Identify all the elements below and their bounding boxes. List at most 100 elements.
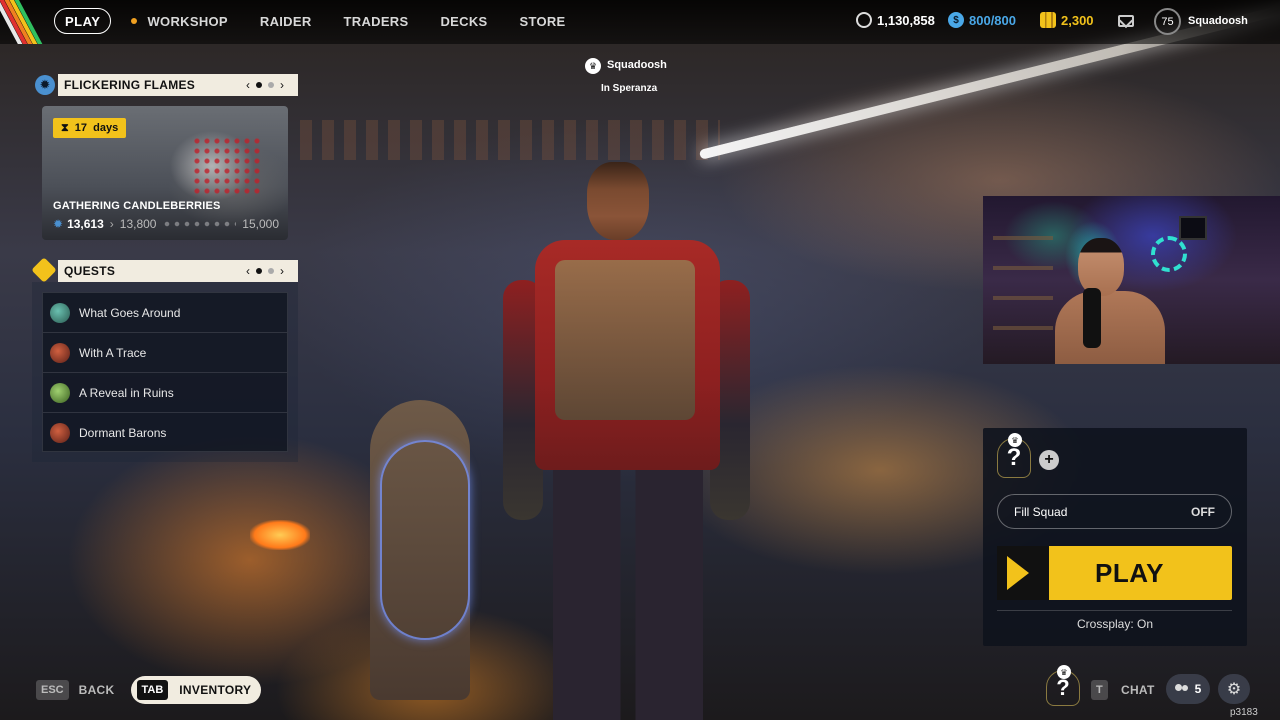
build-version: p3183 [1230,707,1258,718]
friends-button[interactable]: 5 [1166,674,1210,704]
crossplay-status: Crossplay: On [1076,617,1154,631]
esc-keycap: ESC [36,680,69,700]
credits-icon: $ [948,12,964,28]
chevron-right-small-icon: › [109,217,114,231]
settings-button[interactable]: ⚙ [1218,674,1250,704]
chevron-right-icon[interactable]: › [280,78,284,92]
gold-bars-icon [1040,12,1056,28]
webcam-overlay [983,196,1280,364]
progress-gear-icon: ✹ [53,217,64,231]
event-card[interactable]: ⧗ 17 days GATHERING CANDLEBERRIES ✹ 13,6… [42,106,288,240]
inventory-button[interactable]: TAB INVENTORY [130,676,262,704]
back-button[interactable]: ESC BACK [36,680,115,700]
crown-icon: ♛ [1008,433,1022,447]
nav-workshop-label: WORKSHOP [147,13,228,29]
unknown-avatar-icon: ? [1006,444,1022,471]
credits-currency[interactable]: $ 800/800 [948,12,1016,28]
nav-workshop-tab[interactable]: WORKSHOP [131,13,228,29]
mail-icon[interactable] [1118,15,1134,27]
main-nav: PLAY WORKSHOP RAIDER TRADERS DECKS STORE [54,8,566,34]
days-value: 17 [74,122,87,134]
webcam-monitor [1179,216,1207,240]
webcam-ring-light [1151,236,1187,272]
coins-icon [856,12,872,28]
streamer-body [1055,291,1165,364]
chevron-left-icon[interactable]: ‹ [246,264,250,278]
crown-icon: ♛ [585,58,601,74]
progress-current: 13,613 [67,217,104,231]
hourglass-icon: ⧗ [61,121,69,134]
progress-max: 15,000 [242,217,279,231]
bottom-left-controls: ESC BACK TAB INVENTORY [36,676,262,704]
quest-label: What Goes Around [79,305,181,320]
nav-traders-tab[interactable]: TRADERS [344,14,409,29]
player-name: Squadoosh [607,59,667,71]
player-character[interactable] [495,140,760,720]
quests-pager: ‹ › [246,264,284,278]
friends-icon [1174,683,1191,695]
event-panel-header[interactable]: FLICKERING FLAMES ‹ › [58,74,298,96]
nav-decks-tab[interactable]: DECKS [440,14,487,29]
event-title: FLICKERING FLAMES [64,78,196,92]
top-navigation-bar: PLAY WORKSHOP RAIDER TRADERS DECKS STORE… [0,0,1280,44]
fire-glow [250,520,310,550]
inventory-label: INVENTORY [179,683,252,697]
event-progress: ✹ 13,613 › 13,800 15,000 [53,216,279,232]
coins-value: 1,130,858 [877,12,935,28]
microphone [1083,288,1101,348]
bottom-squad-slot[interactable]: ♛ ? [1046,665,1080,706]
pager-dot [268,82,274,88]
play-button[interactable]: PLAY [997,546,1232,600]
quest-label: With A Trace [79,345,147,360]
quest-giver-avatar [50,302,70,323]
event-pager: ‹ › [246,78,284,92]
quest-item[interactable]: What Goes Around [43,293,287,333]
divider [997,610,1232,611]
tab-keycap: TAB [136,680,169,700]
fill-squad-toggle[interactable]: Fill Squad OFF [997,494,1232,529]
squad-leader-slot[interactable]: ♛ ? [997,433,1031,478]
gear-icon: ✹ [35,75,55,95]
character-legs [553,460,703,720]
quest-item[interactable]: Dormant Barons [43,413,287,453]
quest-giver-avatar [50,342,70,363]
nav-play-tab[interactable]: PLAY [54,8,112,34]
pager-dot [268,268,274,274]
days-unit: days [93,122,119,134]
quest-item[interactable]: A Reveal in Ruins [43,373,287,413]
friends-count: 5 [1194,682,1202,696]
profile-username[interactable]: Squadoosh [1188,15,1248,27]
candleberry-bush-image [192,136,262,196]
coins-currency[interactable]: 1,130,858 [856,12,935,28]
back-label: BACK [78,683,115,697]
pager-dot-active [256,268,262,274]
nav-store-tab[interactable]: STORE [519,14,565,29]
notification-dot-icon [131,18,138,24]
add-squad-member-button[interactable]: + [1039,450,1059,470]
play-button-label: PLAY [1095,557,1164,588]
quests-panel-header[interactable]: QUESTS ‹ › [58,260,298,282]
quests-list: What Goes Around With A Trace A Reveal i… [42,292,288,452]
character-vest [555,260,695,420]
fill-squad-label: Fill Squad [1014,504,1068,519]
gear-icon: ⚙ [1226,681,1242,698]
progress-next: 13,800 [119,217,157,231]
nav-raider-tab[interactable]: RAIDER [260,14,312,29]
chevron-right-icon[interactable]: › [280,264,284,278]
quest-item[interactable]: With A Trace [43,333,287,373]
player-level-badge[interactable]: 75 [1154,8,1181,35]
chat-button[interactable]: CHAT [1121,683,1155,697]
days-remaining-badge: ⧗ 17 days [53,118,127,138]
webcam-shelf [993,236,1053,356]
player-location: In Speranza [601,83,658,94]
gold-value: 2,300 [1061,12,1094,28]
squad-panel: ♛ ? + Fill Squad OFF PLAY Crossplay: On [983,428,1247,646]
chat-keycap: T [1091,680,1108,700]
crown-icon: ♛ [1057,665,1071,679]
fill-squad-value: OFF [1191,504,1215,519]
rainbow-stripes-logo [0,0,46,44]
quest-label: A Reveal in Ruins [79,385,174,400]
gold-currency[interactable]: 2,300 [1040,12,1094,28]
chevron-left-icon[interactable]: ‹ [246,78,250,92]
progress-track [162,220,237,228]
